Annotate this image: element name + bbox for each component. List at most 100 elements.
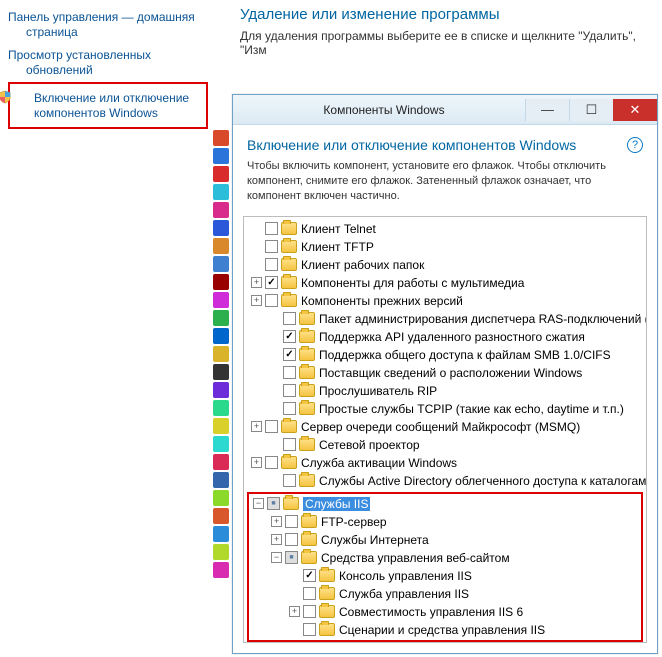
tree-node[interactable]: Клиент рабочих папок	[247, 256, 643, 274]
tree-node[interactable]: + Служба активации Windows	[247, 454, 643, 472]
feature-checkbox[interactable]	[283, 348, 296, 361]
tree-node[interactable]: Поддержка API удаленного разностного сжа…	[247, 328, 643, 346]
feature-label[interactable]: Средства управления веб-сайтом	[321, 551, 510, 565]
feature-checkbox[interactable]	[283, 312, 296, 325]
cp-view-updates-link[interactable]: Просмотр установленных обновлений	[8, 44, 208, 82]
tree-node[interactable]: − Средства управления веб-сайтом	[249, 549, 641, 567]
tree-node[interactable]: + Службы Интернета	[249, 531, 641, 549]
feature-checkbox[interactable]	[265, 456, 278, 469]
tree-node[interactable]: Службы Active Directory облегченного дос…	[247, 472, 643, 490]
folder-icon	[281, 456, 297, 469]
feature-label[interactable]: Поддержка API удаленного разностного сжа…	[319, 330, 585, 344]
folder-icon	[299, 348, 315, 361]
expand-icon[interactable]: +	[251, 421, 262, 432]
tree-node[interactable]: − Службы IIS	[249, 495, 641, 513]
tree-node[interactable]: Прослушиватель RIP	[247, 382, 643, 400]
feature-checkbox[interactable]	[283, 474, 296, 487]
feature-checkbox[interactable]	[283, 366, 296, 379]
feature-label[interactable]: Клиент TFTP	[301, 240, 374, 254]
feature-checkbox[interactable]	[303, 587, 316, 600]
folder-icon	[299, 474, 315, 487]
help-icon[interactable]: ?	[627, 137, 643, 153]
feature-label[interactable]: Клиент Telnet	[301, 222, 376, 236]
feature-label[interactable]: Сетевой проектор	[319, 438, 420, 452]
tree-node[interactable]: Простые службы TCPIP (такие как echo, da…	[247, 400, 643, 418]
folder-icon	[301, 551, 317, 564]
feature-checkbox[interactable]	[283, 438, 296, 451]
feature-checkbox[interactable]	[267, 497, 280, 510]
feature-label[interactable]: Службы Интернета	[321, 533, 429, 547]
expand-icon[interactable]: +	[271, 534, 282, 545]
program-icon	[213, 454, 229, 470]
feature-label[interactable]: Поддержка общего доступа к файлам SMB 1.…	[319, 348, 611, 362]
feature-label[interactable]: Консоль управления IIS	[339, 569, 472, 583]
cp-home-link[interactable]: Панель управления — домашняя страница	[8, 6, 208, 44]
tree-node[interactable]: Клиент Telnet	[247, 220, 643, 238]
feature-checkbox[interactable]	[265, 420, 278, 433]
feature-checkbox[interactable]	[303, 569, 316, 582]
tree-node[interactable]: + Совместимость управления IIS 6	[249, 603, 641, 621]
program-icon	[213, 364, 229, 380]
expand-spacer	[289, 588, 300, 599]
expand-icon[interactable]: +	[251, 277, 262, 288]
feature-label[interactable]: Службы Active Directory облегченного дос…	[319, 474, 646, 488]
expand-icon[interactable]: +	[251, 457, 262, 468]
cp-windows-features-link[interactable]: Включение или отключение компонентов Win…	[8, 82, 208, 129]
folder-icon	[319, 605, 335, 618]
feature-checkbox[interactable]	[265, 222, 278, 235]
close-button[interactable]: ✕	[613, 99, 657, 121]
feature-checkbox[interactable]	[265, 276, 278, 289]
tree-node[interactable]: + Компоненты прежних версий	[247, 292, 643, 310]
maximize-button[interactable]: ☐	[569, 99, 613, 121]
expand-icon[interactable]: +	[251, 295, 262, 306]
feature-label[interactable]: FTP-сервер	[321, 515, 387, 529]
feature-checkbox[interactable]	[285, 551, 298, 564]
tree-node[interactable]: Консоль управления IIS	[249, 567, 641, 585]
collapse-icon[interactable]: −	[253, 498, 264, 509]
tree-node[interactable]: Пакет администрирования диспетчера RAS-п…	[247, 310, 643, 328]
feature-checkbox[interactable]	[303, 623, 316, 636]
feature-label[interactable]: Компоненты для работы с мультимедиа	[301, 276, 524, 290]
feature-label[interactable]: Клиент рабочих папок	[301, 258, 424, 272]
feature-checkbox[interactable]	[265, 258, 278, 271]
feature-label[interactable]: Служба управления IIS	[339, 587, 469, 601]
tree-node[interactable]: Поддержка общего доступа к файлам SMB 1.…	[247, 346, 643, 364]
feature-checkbox[interactable]	[283, 330, 296, 343]
minimize-button[interactable]: —	[525, 99, 569, 121]
program-icon	[213, 436, 229, 452]
feature-label[interactable]: Совместимость управления IIS 6	[339, 605, 523, 619]
feature-label[interactable]: Службы IIS	[303, 497, 370, 511]
tree-node[interactable]: Сетевой проектор	[247, 436, 643, 454]
tree-node[interactable]: Служба управления IIS	[249, 585, 641, 603]
feature-label[interactable]: Сценарии и средства управления IIS	[339, 623, 545, 637]
tree-node[interactable]: Поставщик сведений о расположении Window…	[247, 364, 643, 382]
tree-node[interactable]: + FTP-сервер	[249, 513, 641, 531]
program-icon	[213, 526, 229, 542]
feature-checkbox[interactable]	[283, 384, 296, 397]
feature-label[interactable]: Пакет администрирования диспетчера RAS-п…	[319, 312, 647, 326]
feature-checkbox[interactable]	[285, 515, 298, 528]
feature-label[interactable]: Простые службы TCPIP (такие как echo, da…	[319, 402, 624, 416]
feature-label[interactable]: Компоненты прежних версий	[301, 294, 463, 308]
folder-icon	[301, 515, 317, 528]
feature-label[interactable]: Сервер очереди сообщений Майкрософт (MSM…	[301, 420, 580, 434]
collapse-icon[interactable]: −	[271, 552, 282, 563]
expand-spacer	[269, 475, 280, 486]
tree-node[interactable]: + Сервер очереди сообщений Майкрософт (MS…	[247, 418, 643, 436]
feature-label[interactable]: Служба активации Windows	[301, 456, 457, 470]
expand-icon[interactable]: +	[271, 516, 282, 527]
feature-label[interactable]: Поставщик сведений о расположении Window…	[319, 366, 582, 380]
feature-checkbox[interactable]	[283, 402, 296, 415]
feature-label[interactable]: Прослушиватель RIP	[319, 384, 437, 398]
features-tree[interactable]: Клиент Telnet Клиент TFTP Клиент рабочих п…	[243, 216, 647, 643]
feature-checkbox[interactable]	[303, 605, 316, 618]
folder-icon	[281, 222, 297, 235]
tree-node[interactable]: + Компоненты для работы с мультимедиа	[247, 274, 643, 292]
dialog-titlebar[interactable]: Компоненты Windows — ☐ ✕	[233, 95, 657, 125]
tree-node[interactable]: Сценарии и средства управления IIS	[249, 621, 641, 639]
feature-checkbox[interactable]	[285, 533, 298, 546]
expand-icon[interactable]: +	[289, 606, 300, 617]
feature-checkbox[interactable]	[265, 240, 278, 253]
feature-checkbox[interactable]	[265, 294, 278, 307]
tree-node[interactable]: Клиент TFTP	[247, 238, 643, 256]
